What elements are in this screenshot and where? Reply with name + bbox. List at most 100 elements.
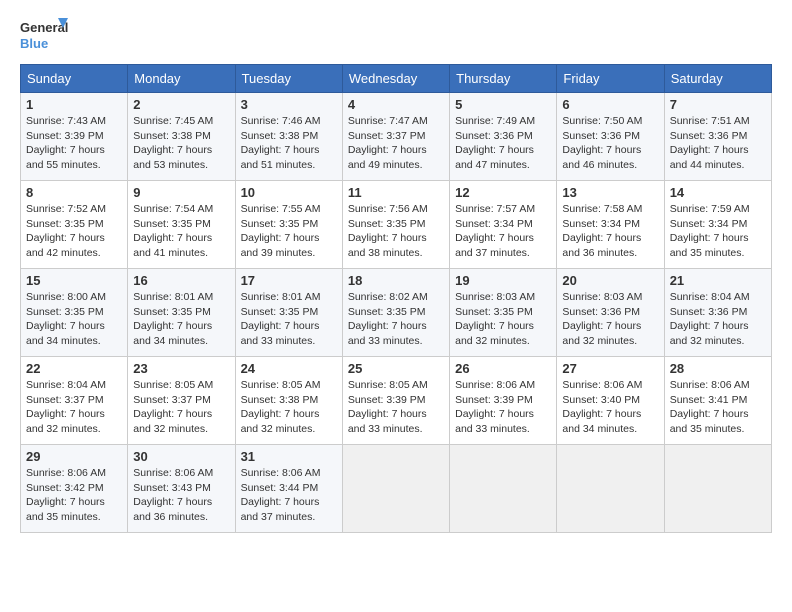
day-info: Sunrise: 8:05 AMSunset: 3:37 PMDaylight:…	[133, 379, 213, 435]
calendar-cell	[664, 445, 771, 533]
day-number: 19	[455, 273, 551, 288]
calendar-week-row: 22 Sunrise: 8:04 AMSunset: 3:37 PMDaylig…	[21, 357, 772, 445]
day-info: Sunrise: 7:51 AMSunset: 3:36 PMDaylight:…	[670, 115, 750, 171]
weekday-header-friday: Friday	[557, 65, 664, 93]
calendar-cell: 4 Sunrise: 7:47 AMSunset: 3:37 PMDayligh…	[342, 93, 449, 181]
day-info: Sunrise: 8:06 AMSunset: 3:39 PMDaylight:…	[455, 379, 535, 435]
weekday-header-tuesday: Tuesday	[235, 65, 342, 93]
day-number: 22	[26, 361, 122, 376]
day-number: 3	[241, 97, 337, 112]
day-number: 18	[348, 273, 444, 288]
calendar-cell: 20 Sunrise: 8:03 AMSunset: 3:36 PMDaylig…	[557, 269, 664, 357]
calendar-cell: 28 Sunrise: 8:06 AMSunset: 3:41 PMDaylig…	[664, 357, 771, 445]
calendar-cell: 10 Sunrise: 7:55 AMSunset: 3:35 PMDaylig…	[235, 181, 342, 269]
calendar-week-row: 1 Sunrise: 7:43 AMSunset: 3:39 PMDayligh…	[21, 93, 772, 181]
calendar-cell: 18 Sunrise: 8:02 AMSunset: 3:35 PMDaylig…	[342, 269, 449, 357]
day-number: 1	[26, 97, 122, 112]
weekday-header-sunday: Sunday	[21, 65, 128, 93]
day-number: 8	[26, 185, 122, 200]
calendar-cell: 13 Sunrise: 7:58 AMSunset: 3:34 PMDaylig…	[557, 181, 664, 269]
day-info: Sunrise: 8:06 AMSunset: 3:43 PMDaylight:…	[133, 467, 213, 523]
day-number: 17	[241, 273, 337, 288]
day-number: 11	[348, 185, 444, 200]
day-number: 14	[670, 185, 766, 200]
day-info: Sunrise: 7:58 AMSunset: 3:34 PMDaylight:…	[562, 203, 642, 259]
day-info: Sunrise: 7:59 AMSunset: 3:34 PMDaylight:…	[670, 203, 750, 259]
day-number: 4	[348, 97, 444, 112]
calendar-cell: 23 Sunrise: 8:05 AMSunset: 3:37 PMDaylig…	[128, 357, 235, 445]
day-number: 31	[241, 449, 337, 464]
calendar-cell: 3 Sunrise: 7:46 AMSunset: 3:38 PMDayligh…	[235, 93, 342, 181]
day-number: 7	[670, 97, 766, 112]
calendar-cell: 27 Sunrise: 8:06 AMSunset: 3:40 PMDaylig…	[557, 357, 664, 445]
day-info: Sunrise: 8:06 AMSunset: 3:42 PMDaylight:…	[26, 467, 106, 523]
calendar-cell	[557, 445, 664, 533]
day-info: Sunrise: 8:06 AMSunset: 3:40 PMDaylight:…	[562, 379, 642, 435]
calendar-cell: 24 Sunrise: 8:05 AMSunset: 3:38 PMDaylig…	[235, 357, 342, 445]
svg-text:Blue: Blue	[20, 36, 48, 51]
weekday-header-wednesday: Wednesday	[342, 65, 449, 93]
day-number: 12	[455, 185, 551, 200]
weekday-header-thursday: Thursday	[450, 65, 557, 93]
header: General Blue	[20, 16, 772, 58]
calendar-cell: 22 Sunrise: 8:04 AMSunset: 3:37 PMDaylig…	[21, 357, 128, 445]
day-info: Sunrise: 7:46 AMSunset: 3:38 PMDaylight:…	[241, 115, 321, 171]
day-info: Sunrise: 7:56 AMSunset: 3:35 PMDaylight:…	[348, 203, 428, 259]
weekday-header-monday: Monday	[128, 65, 235, 93]
calendar-cell: 7 Sunrise: 7:51 AMSunset: 3:36 PMDayligh…	[664, 93, 771, 181]
calendar-cell: 12 Sunrise: 7:57 AMSunset: 3:34 PMDaylig…	[450, 181, 557, 269]
day-number: 10	[241, 185, 337, 200]
calendar-cell: 25 Sunrise: 8:05 AMSunset: 3:39 PMDaylig…	[342, 357, 449, 445]
calendar-cell: 14 Sunrise: 7:59 AMSunset: 3:34 PMDaylig…	[664, 181, 771, 269]
day-number: 23	[133, 361, 229, 376]
day-info: Sunrise: 7:45 AMSunset: 3:38 PMDaylight:…	[133, 115, 213, 171]
calendar-week-row: 29 Sunrise: 8:06 AMSunset: 3:42 PMDaylig…	[21, 445, 772, 533]
day-info: Sunrise: 7:57 AMSunset: 3:34 PMDaylight:…	[455, 203, 535, 259]
calendar-table: SundayMondayTuesdayWednesdayThursdayFrid…	[20, 64, 772, 533]
calendar-cell: 8 Sunrise: 7:52 AMSunset: 3:35 PMDayligh…	[21, 181, 128, 269]
day-number: 26	[455, 361, 551, 376]
day-info: Sunrise: 7:43 AMSunset: 3:39 PMDaylight:…	[26, 115, 106, 171]
day-number: 28	[670, 361, 766, 376]
calendar-cell: 19 Sunrise: 8:03 AMSunset: 3:35 PMDaylig…	[450, 269, 557, 357]
day-info: Sunrise: 8:01 AMSunset: 3:35 PMDaylight:…	[241, 291, 321, 347]
day-info: Sunrise: 8:05 AMSunset: 3:39 PMDaylight:…	[348, 379, 428, 435]
calendar-cell: 11 Sunrise: 7:56 AMSunset: 3:35 PMDaylig…	[342, 181, 449, 269]
day-info: Sunrise: 8:04 AMSunset: 3:36 PMDaylight:…	[670, 291, 750, 347]
day-info: Sunrise: 8:03 AMSunset: 3:36 PMDaylight:…	[562, 291, 642, 347]
calendar-week-row: 8 Sunrise: 7:52 AMSunset: 3:35 PMDayligh…	[21, 181, 772, 269]
calendar-cell: 6 Sunrise: 7:50 AMSunset: 3:36 PMDayligh…	[557, 93, 664, 181]
day-info: Sunrise: 7:47 AMSunset: 3:37 PMDaylight:…	[348, 115, 428, 171]
day-info: Sunrise: 8:06 AMSunset: 3:41 PMDaylight:…	[670, 379, 750, 435]
day-number: 20	[562, 273, 658, 288]
day-info: Sunrise: 8:02 AMSunset: 3:35 PMDaylight:…	[348, 291, 428, 347]
calendar-cell: 2 Sunrise: 7:45 AMSunset: 3:38 PMDayligh…	[128, 93, 235, 181]
day-info: Sunrise: 7:55 AMSunset: 3:35 PMDaylight:…	[241, 203, 321, 259]
logo-svg: General Blue	[20, 16, 68, 58]
day-number: 13	[562, 185, 658, 200]
calendar-cell	[450, 445, 557, 533]
calendar-cell: 1 Sunrise: 7:43 AMSunset: 3:39 PMDayligh…	[21, 93, 128, 181]
logo: General Blue	[20, 16, 68, 58]
calendar-cell: 15 Sunrise: 8:00 AMSunset: 3:35 PMDaylig…	[21, 269, 128, 357]
day-number: 2	[133, 97, 229, 112]
calendar-cell: 21 Sunrise: 8:04 AMSunset: 3:36 PMDaylig…	[664, 269, 771, 357]
day-info: Sunrise: 8:05 AMSunset: 3:38 PMDaylight:…	[241, 379, 321, 435]
weekday-header-row: SundayMondayTuesdayWednesdayThursdayFrid…	[21, 65, 772, 93]
calendar-cell: 17 Sunrise: 8:01 AMSunset: 3:35 PMDaylig…	[235, 269, 342, 357]
day-number: 29	[26, 449, 122, 464]
day-info: Sunrise: 7:49 AMSunset: 3:36 PMDaylight:…	[455, 115, 535, 171]
day-info: Sunrise: 8:06 AMSunset: 3:44 PMDaylight:…	[241, 467, 321, 523]
calendar-week-row: 15 Sunrise: 8:00 AMSunset: 3:35 PMDaylig…	[21, 269, 772, 357]
calendar-cell: 16 Sunrise: 8:01 AMSunset: 3:35 PMDaylig…	[128, 269, 235, 357]
calendar-cell: 29 Sunrise: 8:06 AMSunset: 3:42 PMDaylig…	[21, 445, 128, 533]
day-number: 27	[562, 361, 658, 376]
day-info: Sunrise: 7:52 AMSunset: 3:35 PMDaylight:…	[26, 203, 106, 259]
day-number: 5	[455, 97, 551, 112]
calendar-cell: 31 Sunrise: 8:06 AMSunset: 3:44 PMDaylig…	[235, 445, 342, 533]
day-number: 25	[348, 361, 444, 376]
day-info: Sunrise: 8:01 AMSunset: 3:35 PMDaylight:…	[133, 291, 213, 347]
day-info: Sunrise: 8:04 AMSunset: 3:37 PMDaylight:…	[26, 379, 106, 435]
calendar-cell	[342, 445, 449, 533]
calendar-cell: 5 Sunrise: 7:49 AMSunset: 3:36 PMDayligh…	[450, 93, 557, 181]
